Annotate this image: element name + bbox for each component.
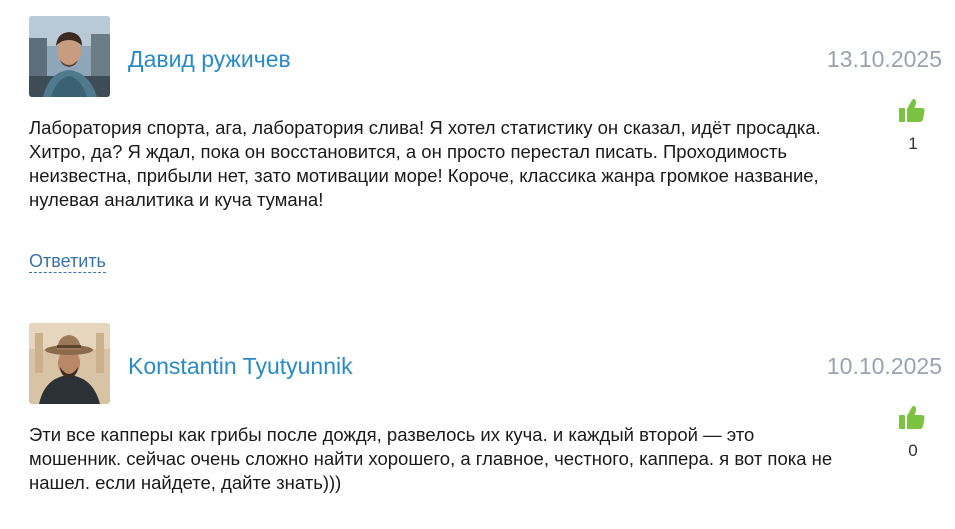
thumbs-up-icon[interactable] bbox=[899, 98, 925, 122]
like-count: 0 bbox=[908, 441, 918, 460]
avatar[interactable] bbox=[29, 16, 110, 97]
reply-link[interactable]: Ответить bbox=[29, 250, 106, 273]
comment-date: 10.10.2025 bbox=[826, 353, 942, 379]
comment-text: Лаборатория спорта, ага, лаборатория сли… bbox=[29, 117, 821, 210]
comment-text: Эти все капперы как грибы после дождя, р… bbox=[29, 424, 833, 493]
thumbs-up-icon[interactable] bbox=[899, 405, 925, 429]
like-count: 1 bbox=[908, 134, 918, 153]
avatar[interactable] bbox=[29, 323, 110, 404]
comment-author[interactable]: Давид ружичев bbox=[128, 45, 291, 73]
comment-author[interactable]: Konstantin Tyutyunnik bbox=[128, 352, 353, 380]
comment-date: 13.10.2025 bbox=[826, 46, 942, 72]
